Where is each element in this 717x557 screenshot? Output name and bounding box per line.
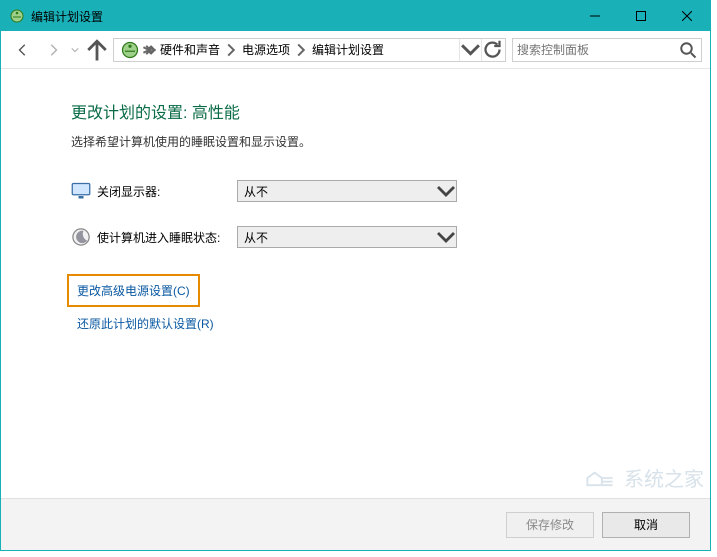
breadcrumb-item-power[interactable]: 电源选项 <box>238 39 294 61</box>
up-button[interactable] <box>83 37 111 63</box>
sleep-value: 从不 <box>244 229 268 246</box>
chevron-down-icon <box>436 227 456 247</box>
address-bar: 硬件和声音 电源选项 编辑计划设置 <box>1 31 710 69</box>
sleep-label: 使计算机进入睡眠状态: <box>97 229 237 246</box>
maximize-button[interactable] <box>618 1 664 31</box>
row-display-off: 关闭显示器: 从不 <box>71 180 670 202</box>
back-button[interactable] <box>9 37 37 63</box>
monitor-icon <box>71 181 91 201</box>
power-plan-icon <box>120 40 140 60</box>
refresh-button[interactable] <box>481 39 503 61</box>
search-box[interactable] <box>512 38 702 62</box>
breadcrumb-item-hardware[interactable]: 硬件和声音 <box>156 39 224 61</box>
window-title: 编辑计划设置 <box>31 8 572 25</box>
save-button[interactable]: 保存修改 <box>506 512 594 538</box>
cancel-button[interactable]: 取消 <box>602 512 690 538</box>
moon-icon <box>71 227 91 247</box>
chevron-down-icon <box>436 181 456 201</box>
restore-defaults-link[interactable]: 还原此计划的默认设置(R) <box>71 311 220 336</box>
breadcrumb-item-edit[interactable]: 编辑计划设置 <box>308 39 388 61</box>
display-off-label: 关闭显示器: <box>97 183 237 200</box>
display-off-select[interactable]: 从不 <box>237 180 457 202</box>
links-section: 更改高级电源设置(C) 还原此计划的默认设置(R) <box>71 278 670 344</box>
sleep-select[interactable]: 从不 <box>237 226 457 248</box>
app-icon <box>9 8 25 24</box>
search-input[interactable] <box>517 43 679 57</box>
window-root: 编辑计划设置 硬件和声音 <box>0 0 711 551</box>
history-dropdown[interactable] <box>69 46 81 54</box>
close-button[interactable] <box>664 1 710 31</box>
advanced-power-link[interactable]: 更改高级电源设置(C) <box>71 278 196 303</box>
row-sleep: 使计算机进入睡眠状态: 从不 <box>71 226 670 248</box>
title-bar: 编辑计划设置 <box>1 1 710 31</box>
display-off-value: 从不 <box>244 183 268 200</box>
content-area: 更改计划的设置: 高性能 选择希望计算机使用的睡眠设置和显示设置。 关闭显示器:… <box>1 69 710 498</box>
footer-bar: 保存修改 取消 <box>1 498 710 550</box>
chevron-right-icon <box>224 43 238 57</box>
watermark: 系统之家 <box>582 463 704 492</box>
breadcrumb-overflow-icon[interactable] <box>142 43 156 57</box>
minimize-button[interactable] <box>572 1 618 31</box>
search-icon[interactable] <box>679 41 697 59</box>
page-heading: 更改计划的设置: 高性能 <box>71 99 670 123</box>
forward-button[interactable] <box>39 37 67 63</box>
address-dropdown-icon[interactable] <box>459 39 481 61</box>
breadcrumb[interactable]: 硬件和声音 电源选项 编辑计划设置 <box>113 38 506 62</box>
page-subheading: 选择希望计算机使用的睡眠设置和显示设置。 <box>71 133 670 150</box>
chevron-right-icon <box>294 43 308 57</box>
